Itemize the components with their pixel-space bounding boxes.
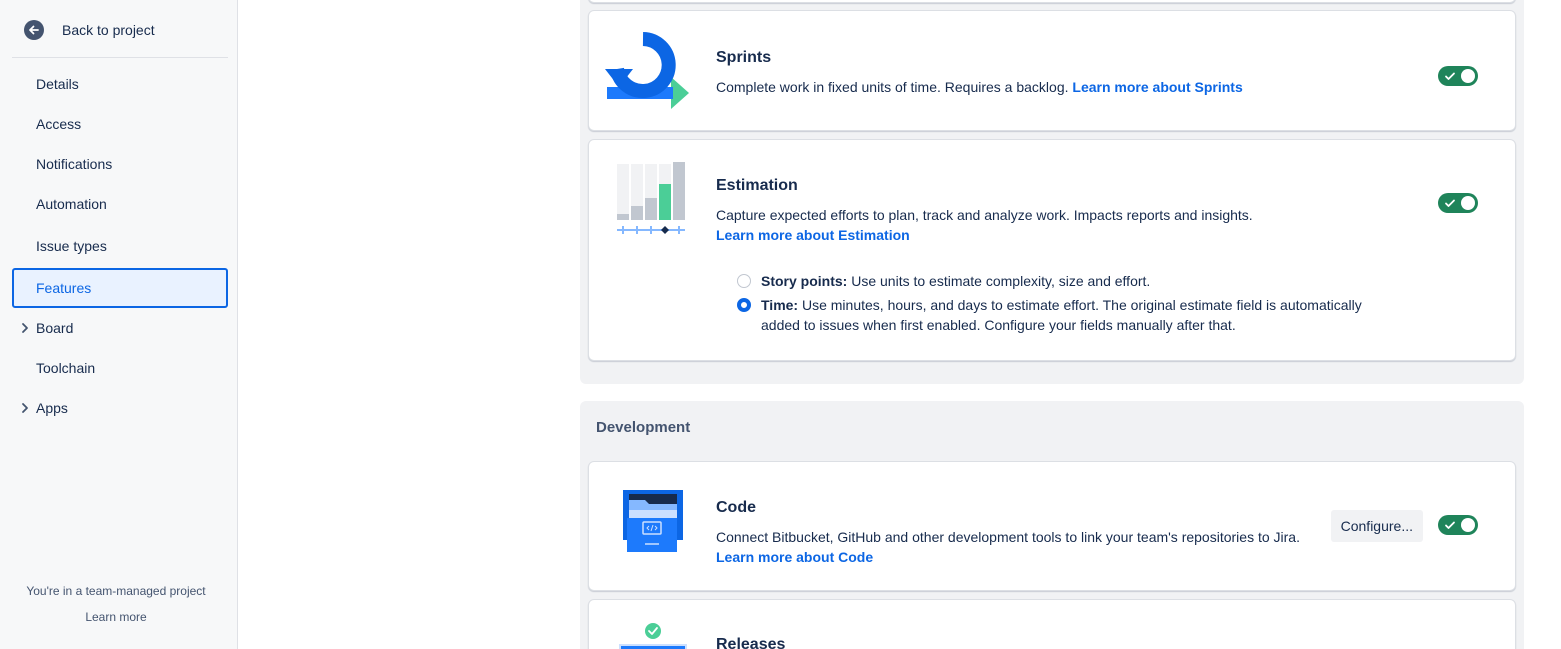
back-to-project-button[interactable]: Back to project <box>24 18 155 42</box>
check-icon <box>1445 199 1455 207</box>
configure-button[interactable]: Configure... <box>1330 510 1423 542</box>
settings-sidebar: Back to project Details Access Notificat… <box>0 0 238 649</box>
sidebar-item-label: Details <box>36 76 79 92</box>
back-to-project-label: Back to project <box>62 22 155 38</box>
radio-button[interactable] <box>737 298 751 312</box>
option-label: Time: <box>761 297 799 313</box>
sidebar-item-issue-types[interactable]: Issue types <box>12 226 228 266</box>
sprints-title: Sprints <box>716 49 772 66</box>
code-illustration-icon <box>623 490 683 552</box>
check-icon <box>1445 72 1455 80</box>
sidebar-item-toolchain[interactable]: Toolchain <box>12 348 228 388</box>
sidebar-item-access[interactable]: Access <box>12 104 228 144</box>
sidebar-item-apps[interactable]: Apps <box>12 388 228 428</box>
sprints-card: Sprints Complete work in fixed units of … <box>588 10 1516 131</box>
chevron-right-icon <box>22 403 28 413</box>
sidebar-item-label: Toolchain <box>36 360 96 376</box>
estimation-description: Capture expected efforts to plan, track … <box>716 207 1253 223</box>
sidebar-item-label: Access <box>36 116 82 132</box>
releases-card: Releases <box>588 599 1516 649</box>
sidebar-item-label: Features <box>36 280 92 296</box>
releases-title: Releases <box>716 636 786 649</box>
sidebar-item-label: Automation <box>36 196 107 212</box>
sidebar-divider <box>12 57 228 58</box>
releases-illustration-icon <box>619 623 687 649</box>
code-card: Code Connect Bitbucket, GitHub and other… <box>588 461 1516 591</box>
option-text: Use minutes, hours, and days to estimate… <box>761 297 1362 333</box>
estimation-title: Estimation <box>716 177 798 194</box>
sidebar-item-notifications[interactable]: Notifications <box>12 144 228 184</box>
sidebar-item-board[interactable]: Board <box>12 308 228 348</box>
learn-more-estimation-link[interactable]: Learn more about Estimation <box>716 227 910 243</box>
estimation-illustration-icon <box>617 162 685 234</box>
sprints-toggle[interactable] <box>1438 66 1478 86</box>
development-heading: Development <box>596 419 691 436</box>
sidebar-item-label: Board <box>36 320 74 336</box>
sprints-description: Complete work in fixed units of time. Re… <box>716 79 1069 95</box>
sidebar-item-label: Issue types <box>36 238 107 254</box>
radio-button[interactable] <box>737 274 751 288</box>
check-icon <box>1445 521 1455 529</box>
learn-more-sprints-link[interactable]: Learn more about Sprints <box>1072 79 1242 95</box>
learn-more-link[interactable]: Learn more <box>0 610 232 624</box>
sidebar-item-label: Apps <box>36 400 68 416</box>
sidebar-item-label: Notifications <box>36 156 113 172</box>
feature-card <box>588 0 1516 3</box>
code-description: Connect Bitbucket, GitHub and other deve… <box>716 529 1300 545</box>
estimation-card: Estimation Capture expected efforts to p… <box>588 139 1516 361</box>
learn-more-code-link[interactable]: Learn more about Code <box>716 549 873 565</box>
toggle-knob <box>1461 196 1475 210</box>
team-managed-note: You're in a team-managed project <box>26 584 206 598</box>
arrow-left-icon <box>24 20 44 40</box>
option-label: Story points: <box>761 273 848 289</box>
story-points-option[interactable]: Story points: Use units to estimate comp… <box>737 271 1397 291</box>
sidebar-item-features[interactable]: Features <box>12 268 228 308</box>
estimation-toggle[interactable] <box>1438 193 1478 213</box>
sidebar-item-details[interactable]: Details <box>12 64 228 104</box>
toggle-knob <box>1461 518 1475 532</box>
code-title: Code <box>716 499 756 516</box>
sprints-illustration-icon <box>605 32 689 109</box>
code-toggle[interactable] <box>1438 515 1478 535</box>
toggle-knob <box>1461 69 1475 83</box>
sidebar-item-automation[interactable]: Automation <box>12 184 228 224</box>
time-option[interactable]: Time: Use minutes, hours, and days to es… <box>737 295 1397 335</box>
option-text: Use units to estimate complexity, size a… <box>851 273 1151 289</box>
chevron-right-icon <box>22 323 28 333</box>
